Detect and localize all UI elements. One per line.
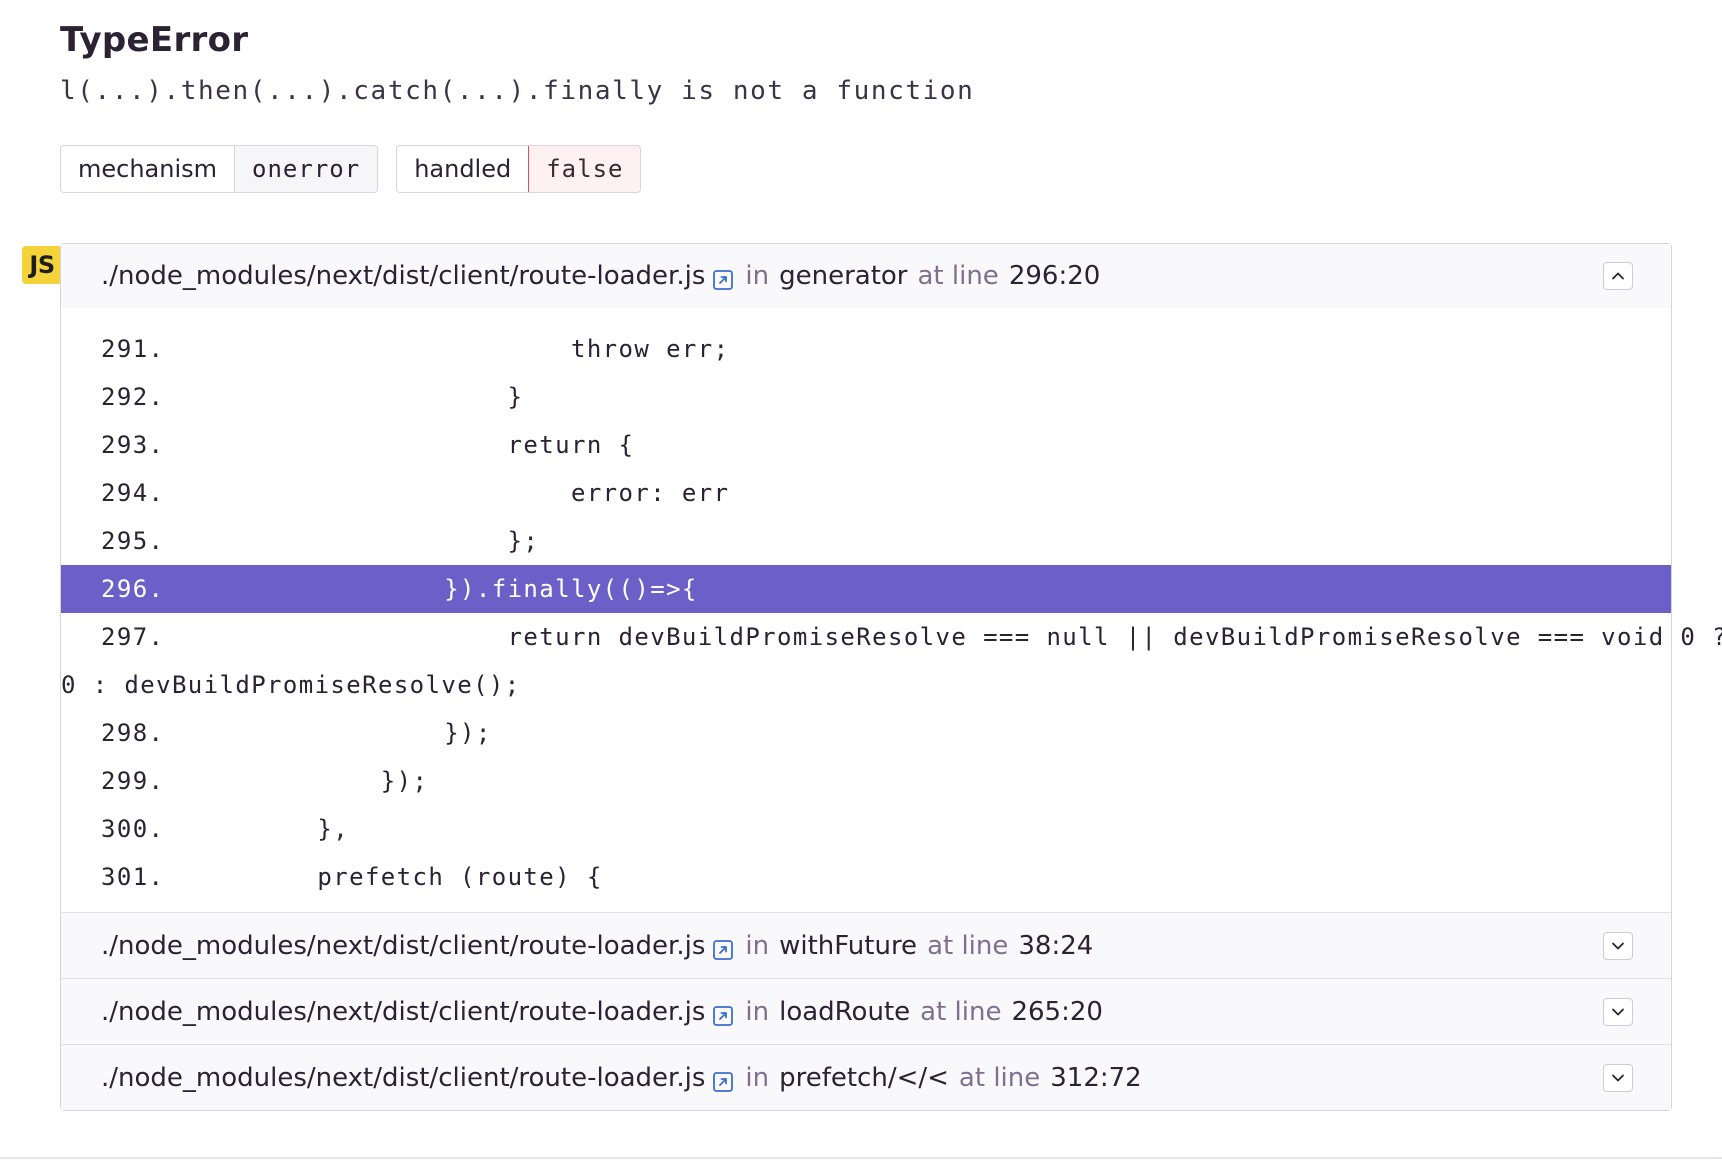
frame-in-label: in (745, 1062, 770, 1093)
exception-type: TypeError (60, 20, 249, 60)
frame-location: 296:20 (1008, 261, 1101, 291)
open-external-icon[interactable] (713, 937, 734, 960)
frame-at-line-label: at line (920, 996, 1002, 1027)
line-source: throw err; (254, 335, 730, 363)
line-number: 301. (101, 863, 165, 891)
stack-trace: ./node_modules/next/dist/client/route-lo… (60, 243, 1722, 1111)
code-line: 294. error: err (61, 469, 1671, 517)
code-line: 298. }); (61, 709, 1671, 757)
code-line: 291. throw err; (61, 325, 1671, 373)
line-source: error: err (254, 479, 730, 507)
line-source: } (254, 383, 524, 411)
tag-value: false (528, 146, 640, 192)
stack-frame-header[interactable]: ./node_modules/next/dist/client/route-lo… (61, 1044, 1671, 1110)
line-source: }); (254, 767, 429, 795)
tag-handled[interactable]: handled false (396, 145, 641, 193)
chevron-up-icon (1612, 272, 1624, 280)
code-line: 293. return { (61, 421, 1671, 469)
code-line: 295. }; (61, 517, 1671, 565)
line-number: 299. (101, 767, 165, 795)
stack-frame-header[interactable]: ./node_modules/next/dist/client/route-lo… (61, 912, 1671, 978)
expand-frame-button[interactable] (1603, 1063, 1633, 1092)
code-line: 297. return devBuildPromiseResolve === n… (61, 613, 1722, 661)
line-number: 292. (101, 383, 165, 411)
stack-frame-header[interactable]: ./node_modules/next/dist/client/route-lo… (61, 978, 1671, 1044)
frame-location: 38:24 (1018, 930, 1094, 961)
frame-function: prefetch/</< (779, 1062, 949, 1093)
line-number: 293. (101, 431, 165, 459)
frame-function: loadRoute (779, 996, 911, 1027)
frame-at-line-label: at line (958, 1062, 1041, 1093)
code-line: 300. }, (61, 805, 1671, 853)
frame-in-label: in (745, 996, 770, 1027)
tag-key: mechanism (61, 146, 235, 192)
tag-value: onerror (234, 146, 378, 192)
frame-function: generator (779, 261, 908, 291)
collapse-frame-button[interactable] (1603, 262, 1633, 290)
line-number: 296. (101, 575, 165, 603)
open-external-icon[interactable] (713, 1003, 734, 1026)
code-line: 292. } (61, 373, 1671, 421)
frame-location: 312:72 (1050, 1062, 1142, 1093)
frame-in-label: in (745, 261, 770, 291)
frame-filename: ./node_modules/next/dist/client/route-lo… (101, 930, 706, 961)
code-line-highlighted: 296. }).finally(()=>{ (61, 565, 1671, 613)
open-external-icon[interactable] (713, 267, 734, 290)
chevron-down-icon (1612, 1008, 1624, 1015)
divider (0, 1157, 1722, 1159)
line-number: 297. (101, 623, 165, 651)
line-source: return { (254, 431, 635, 459)
open-external-icon[interactable] (713, 1069, 734, 1092)
line-number: 291. (101, 335, 165, 363)
code-line: 299. }); (61, 757, 1671, 805)
line-number: 294. (101, 479, 165, 507)
line-source: }); (254, 719, 492, 747)
frame-filename: ./node_modules/next/dist/client/route-lo… (101, 261, 706, 291)
frame-function: withFuture (779, 930, 918, 961)
line-source-continuation: 0 : devBuildPromiseResolve(); (61, 671, 521, 699)
expand-frame-button[interactable] (1603, 997, 1633, 1026)
code-line: 301. prefetch (route) { (61, 853, 1671, 901)
line-source: }, (254, 815, 350, 843)
line-source: return devBuildPromiseResolve === null |… (254, 623, 1722, 651)
javascript-platform-icon: JS (22, 246, 62, 284)
chevron-down-icon (1612, 942, 1624, 949)
chevron-down-icon (1612, 1074, 1624, 1081)
line-source: }).finally(()=>{ (254, 575, 698, 603)
frame-location: 265:20 (1011, 996, 1103, 1027)
frame-at-line-label: at line (927, 930, 1009, 961)
line-source: prefetch (route) { (254, 863, 603, 891)
tag-list: mechanism onerror handled false (60, 145, 641, 193)
frame-at-line-label: at line (917, 261, 999, 291)
stack-frame-header[interactable]: ./node_modules/next/dist/client/route-lo… (61, 244, 1671, 308)
expand-frame-button[interactable] (1603, 931, 1633, 960)
line-source: }; (254, 527, 540, 555)
line-number: 295. (101, 527, 165, 555)
frame-filename: ./node_modules/next/dist/client/route-lo… (101, 996, 706, 1027)
tag-key: handled (397, 146, 529, 192)
exception-message: l(...).then(...).catch(...).finally is n… (60, 76, 975, 106)
code-context: 291. throw err; 292. } 293. return { 294… (61, 308, 1722, 912)
line-number: 300. (101, 815, 165, 843)
frame-in-label: in (745, 930, 770, 961)
frame-filename: ./node_modules/next/dist/client/route-lo… (101, 1062, 706, 1093)
line-number: 298. (101, 719, 165, 747)
tag-mechanism[interactable]: mechanism onerror (60, 145, 379, 193)
